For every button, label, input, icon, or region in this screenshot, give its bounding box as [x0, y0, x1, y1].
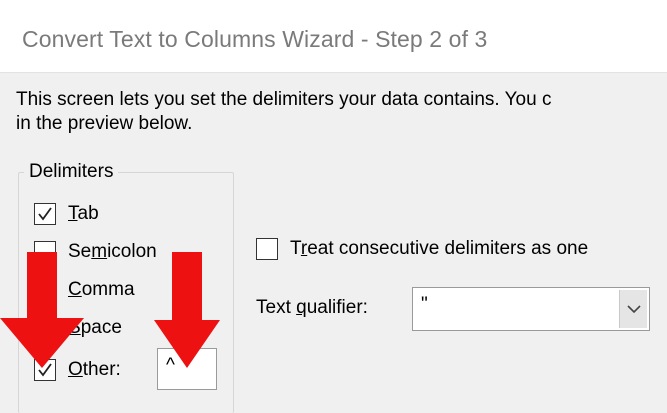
delimiters-group-label: Delimiters — [24, 161, 119, 183]
annotation-arrow-right — [154, 252, 220, 368]
treat-consecutive-row[interactable]: Treat consecutive delimiters as one — [256, 236, 588, 262]
instructions-text: This screen lets you set the delimiters … — [16, 88, 667, 136]
tab-checkbox-row[interactable]: Tab — [34, 201, 99, 227]
text-qualifier-dropdown[interactable]: " — [412, 287, 650, 331]
instructions-line-1: This screen lets you set the delimiters … — [16, 89, 552, 110]
text-qualifier-value: " — [421, 294, 428, 315]
tab-checkbox[interactable] — [34, 203, 56, 225]
title-bar: Convert Text to Columns Wizard - Step 2 … — [0, 0, 667, 72]
text-qualifier-label: Text qualifier: — [256, 297, 368, 318]
checkmark-icon — [38, 207, 52, 221]
treat-consecutive-label: Treat consecutive delimiters as one — [290, 238, 589, 259]
window-title: Convert Text to Columns Wizard - Step 2 … — [22, 26, 488, 52]
dropdown-button[interactable] — [619, 290, 647, 328]
treat-consecutive-checkbox[interactable] — [256, 238, 278, 260]
annotation-arrow-left — [0, 252, 84, 368]
instructions-line-2: in the preview below. — [16, 113, 193, 134]
tab-label: Tab — [68, 203, 99, 224]
chevron-down-icon — [627, 305, 641, 314]
